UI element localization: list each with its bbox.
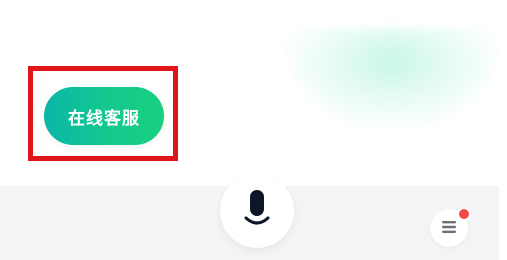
online-service-label: 在线客服	[68, 108, 140, 129]
decorative-glow	[282, 28, 502, 128]
notification-dot	[457, 207, 471, 221]
menu-icon	[441, 219, 457, 238]
voice-input-button[interactable]	[220, 174, 294, 248]
bottom-bar-edge	[499, 186, 507, 260]
microphone-icon	[241, 189, 273, 233]
online-service-button[interactable]: 在线客服	[44, 87, 164, 145]
